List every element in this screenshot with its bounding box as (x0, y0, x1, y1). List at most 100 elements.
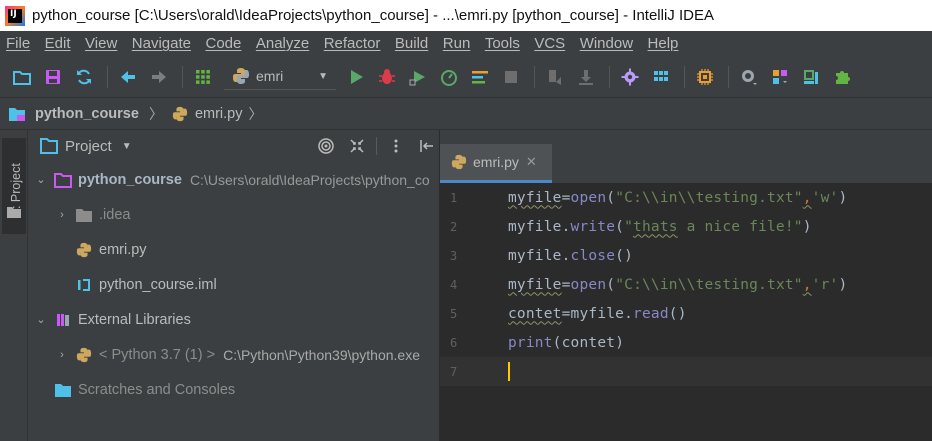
chevron-right-icon: 〉 (148, 105, 163, 122)
menu-navigate[interactable]: Navigate (132, 35, 191, 52)
code-line-current: 7 (440, 357, 932, 386)
library-icon (54, 312, 72, 328)
code-text: myfile.write("thats a nice file!") (508, 218, 812, 235)
menu-tools[interactable]: Tools (485, 35, 520, 52)
options-menu-button[interactable] (384, 134, 408, 158)
tree-root-label: python_course (78, 171, 182, 188)
main-toolbar: emri ▼ (0, 56, 932, 98)
project-tool-window-tab[interactable]: 1: Project (2, 138, 26, 234)
menu-edit[interactable]: Edit (45, 35, 71, 52)
breadcrumb-file[interactable]: emri.py (172, 106, 242, 122)
code-line: 1 myfile=open("C:\\in\\testing.txt",'w') (440, 183, 932, 212)
tab-emri-py[interactable]: emri.py ✕ (440, 144, 552, 183)
run-tasks-button[interactable] (466, 63, 494, 91)
puzzle-icon (836, 70, 850, 84)
chevron-down-icon[interactable]: ⌄ (34, 173, 48, 186)
vcs-commit-button[interactable] (572, 63, 600, 91)
folder-icon (9, 107, 25, 121)
stop-button[interactable] (497, 63, 525, 91)
code-text: contet=myfile.read() (508, 305, 687, 322)
tree-root-path: C:\Users\orald\IdeaProjects\python_co (189, 171, 430, 188)
tree-row-external-libraries[interactable]: ⌄ External Libraries (28, 302, 440, 337)
chevron-right-icon[interactable]: › (55, 349, 69, 361)
settings-button[interactable] (616, 63, 644, 91)
intellij-logo-icon: IJ (5, 5, 25, 26)
layout-icon (773, 69, 787, 84)
hide-panel-button[interactable] (415, 134, 439, 158)
code-line: 4 myfile=open("C:\\in\\testing.txt",'r') (440, 270, 932, 299)
code-line: 2 myfile.write("thats a nice file!") (440, 212, 932, 241)
vcs-update-button[interactable] (541, 63, 569, 91)
chevron-right-icon[interactable]: › (55, 209, 69, 221)
menu-window[interactable]: Window (580, 35, 633, 52)
menu-vcs[interactable]: VCS (534, 35, 565, 52)
line-number: 2 (450, 219, 458, 234)
run-with-coverage-button[interactable] (404, 63, 432, 91)
grid-icon (196, 69, 210, 84)
code-text: myfile=open("C:\\in\\testing.txt",'r') (508, 276, 848, 293)
menu-run[interactable]: Run (443, 35, 471, 52)
python-file-icon (451, 154, 467, 170)
layout-button[interactable] (766, 63, 794, 91)
collapse-all-button[interactable] (345, 134, 369, 158)
forward-button[interactable] (145, 63, 173, 91)
structure-button[interactable] (189, 63, 217, 91)
plugin-dropdown-button[interactable] (735, 63, 763, 91)
menu-code[interactable]: Code (205, 35, 241, 52)
chevron-down-icon[interactable]: ⌄ (34, 313, 48, 326)
arrow-left-icon (121, 70, 135, 83)
profile-button[interactable] (435, 63, 463, 91)
chevron-down-icon[interactable]: ▼ (122, 141, 132, 152)
sync-button[interactable] (70, 63, 98, 91)
plugins-button[interactable] (828, 63, 856, 91)
toolbar-divider (182, 65, 183, 88)
project-panel: Project ▼ ⌄ python_course C:\Users\orald… (28, 130, 440, 441)
python-file-icon (75, 242, 93, 258)
code-area[interactable]: 1 myfile=open("C:\\in\\testing.txt",'w')… (440, 183, 932, 386)
text-cursor (508, 362, 510, 381)
code-text: myfile.close() (508, 247, 634, 264)
tree-row-emri[interactable]: emri.py (28, 232, 440, 267)
tree-external-libraries-label: External Libraries (78, 311, 191, 328)
download-icon (579, 69, 593, 85)
menu-refactor[interactable]: Refactor (324, 35, 381, 52)
save-icon (46, 69, 60, 84)
sdk-button[interactable] (691, 63, 719, 91)
line-number: 1 (450, 190, 458, 205)
run-button[interactable] (342, 63, 370, 91)
back-button[interactable] (114, 63, 142, 91)
tree-iml-label: python_course.iml (99, 276, 217, 293)
line-number: 3 (450, 248, 458, 263)
tree-row-scratches[interactable]: Scratches and Consoles (28, 372, 440, 407)
tree-row-idea[interactable]: › .idea (28, 197, 440, 232)
close-icon[interactable]: ✕ (526, 154, 537, 170)
left-tool-window-strip: 1: Project (0, 130, 28, 441)
menu-help[interactable]: Help (648, 35, 679, 52)
debug-button[interactable] (373, 63, 401, 91)
save-all-button[interactable] (39, 63, 67, 91)
data-view-button[interactable] (797, 63, 825, 91)
menu-view[interactable]: View (85, 35, 117, 52)
menu-build[interactable]: Build (395, 35, 428, 52)
tree-idea-label: .idea (99, 206, 131, 223)
locate-file-button[interactable] (314, 134, 338, 158)
open-folder-button[interactable] (8, 63, 36, 91)
line-number: 7 (450, 364, 458, 379)
menu-file[interactable]: File (6, 35, 30, 52)
project-structure-button[interactable] (647, 63, 675, 91)
menu-analyze[interactable]: Analyze (256, 35, 309, 52)
run-configuration-dropdown[interactable]: emri ▼ (224, 64, 336, 90)
more-vertical-icon (394, 139, 398, 153)
menu-bar: File Edit View Navigate Code Analyze Ref… (0, 31, 932, 56)
toolbar-divider (609, 65, 610, 88)
tree-row-root[interactable]: ⌄ python_course C:\Users\orald\IdeaProje… (28, 162, 440, 197)
data-view-icon (804, 69, 818, 84)
tasks-icon (472, 70, 488, 83)
tree-row-python-sdk[interactable]: › < Python 3.7 (1) > C:\Python\Python39\… (28, 337, 440, 372)
tree-row-iml[interactable]: python_course.iml (28, 267, 440, 302)
breadcrumb-project[interactable]: python_course (8, 106, 139, 122)
tab-label: emri.py (473, 154, 519, 170)
vcs-icon (549, 69, 561, 85)
project-view-selector[interactable]: Project (65, 138, 112, 155)
title-bar: IJ python_course [C:\Users\orald\IdeaPro… (0, 0, 932, 31)
